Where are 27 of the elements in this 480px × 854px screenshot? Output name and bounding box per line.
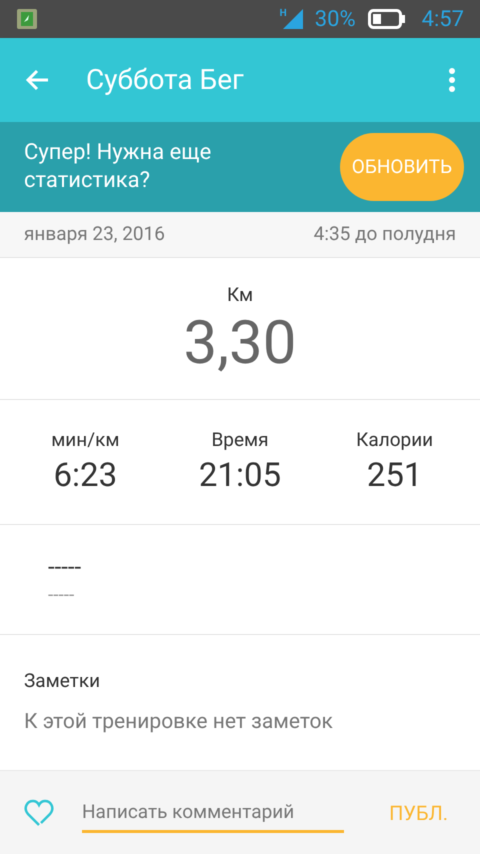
stat-label: Калории — [356, 427, 434, 453]
app-notification-icon — [16, 8, 38, 30]
workout-time: 4:35 до полудня — [314, 221, 456, 248]
stat-value: 6:23 — [54, 455, 118, 497]
network-type-text: H — [280, 7, 287, 21]
publish-button[interactable]: ПУБЛ. — [389, 798, 456, 828]
battery-percent: 30% — [314, 6, 356, 34]
workout-date: января 23, 2016 — [24, 221, 165, 248]
extra-value: ----- — [48, 552, 82, 582]
comment-field[interactable]: Написать комментарий — [82, 792, 344, 832]
banner-text: Супер! Нужна еще статистика? — [24, 139, 212, 195]
stat-label: мин/км — [51, 427, 120, 453]
distance-value: 3,30 — [184, 310, 296, 376]
stat-value: 21:05 — [198, 455, 282, 497]
distance-label: Км — [226, 282, 254, 308]
stat-label: Время — [211, 427, 269, 453]
signal-icon — [280, 9, 303, 29]
notes-text: К этой тренировке нет заметок — [24, 709, 333, 736]
upgrade-button[interactable]: ОБНОВИТЬ — [340, 133, 464, 201]
back-arrow-icon[interactable] — [24, 68, 50, 92]
notes-title: Заметки — [24, 668, 100, 694]
battery-icon — [368, 9, 406, 29]
stat-value: 251 — [366, 455, 422, 497]
screen-title: Суббота Бег — [86, 62, 245, 98]
extra-label: ----- — [48, 582, 74, 608]
more-options-icon[interactable] — [448, 67, 456, 93]
clock: 4:57 — [422, 6, 464, 34]
